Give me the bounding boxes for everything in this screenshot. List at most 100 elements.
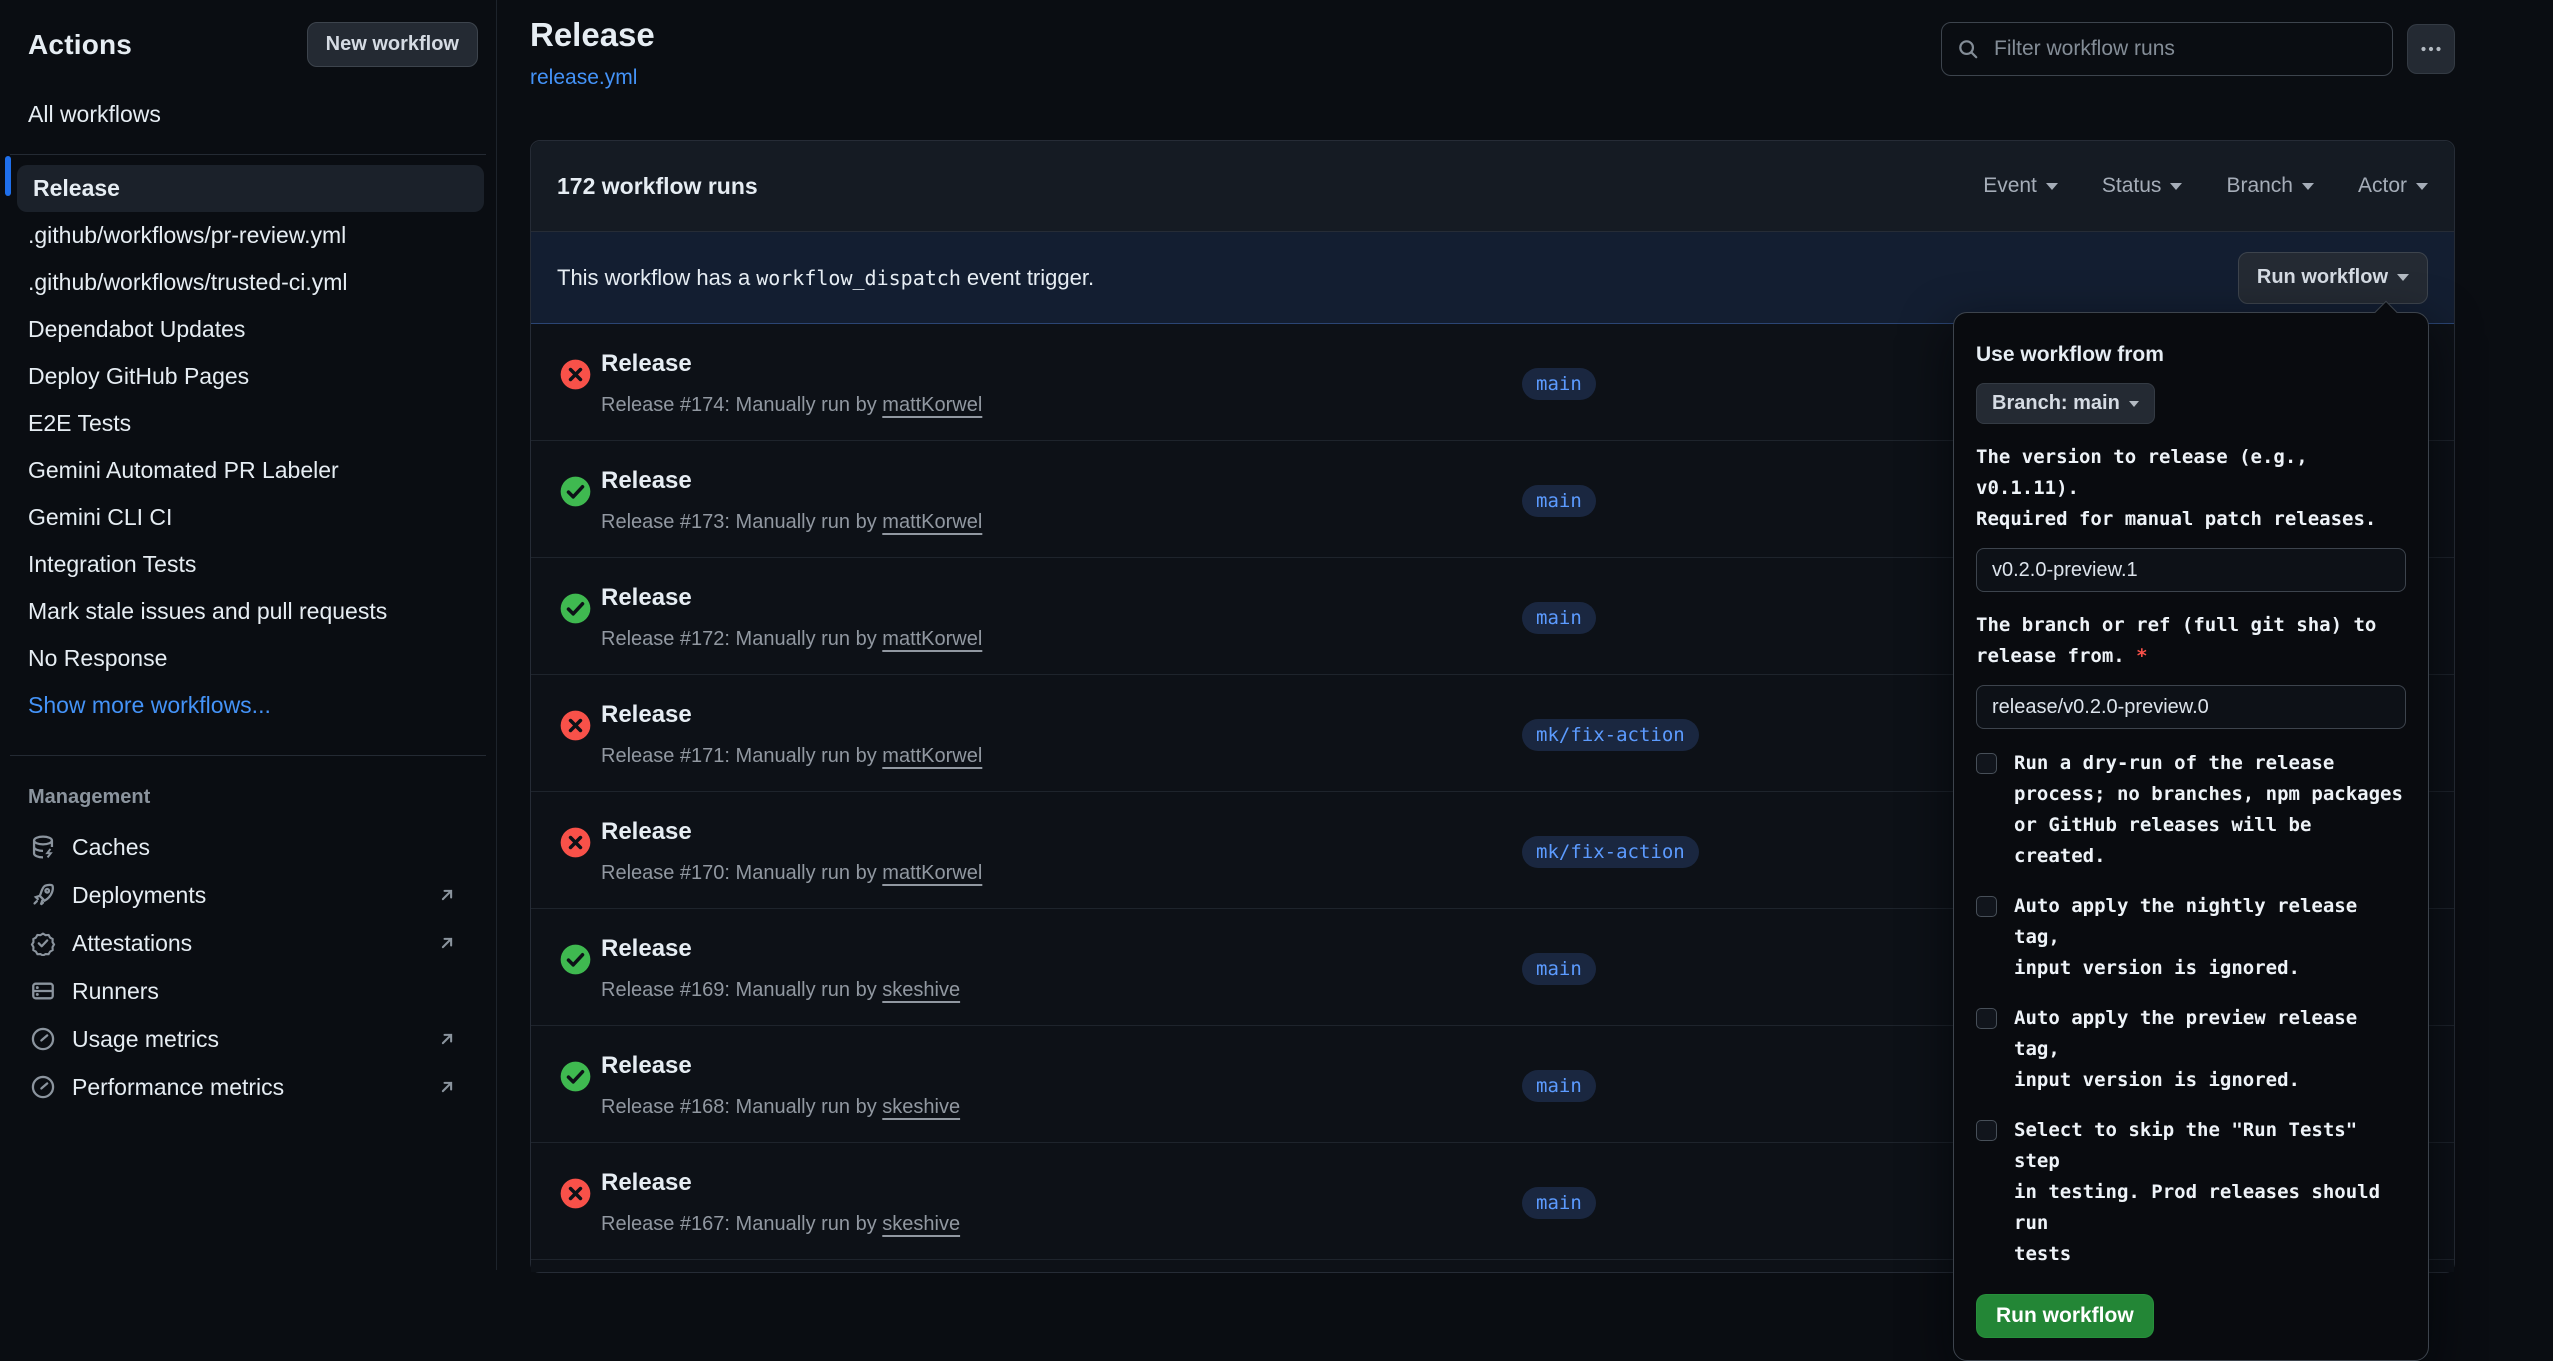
dry-run-checkbox-row: Run a dry-run of the release process; no… bbox=[1976, 748, 2406, 872]
sidebar-item-performance-metrics[interactable]: Performance metrics bbox=[0, 1063, 496, 1111]
branch-badge[interactable]: main bbox=[1522, 953, 1596, 985]
sidebar-item-release[interactable]: Release bbox=[17, 165, 484, 212]
sidebar-item-label: Runners bbox=[72, 978, 159, 1005]
ref-input[interactable] bbox=[1976, 685, 2406, 729]
sidebar-item-integration-tests[interactable]: Integration Tests bbox=[0, 541, 496, 588]
ref-input-help: The branch or ref (full git sha) to rele… bbox=[1976, 610, 2406, 672]
run-description: Release #168: Manually run by skeshive bbox=[601, 1096, 960, 1119]
workflow-dispatch-code: workflow_dispatch bbox=[750, 266, 967, 290]
show-more-workflows-link[interactable]: Show more workflows... bbox=[0, 682, 496, 729]
run-title-link[interactable]: Release bbox=[601, 350, 692, 378]
sidebar-item-label: Attestations bbox=[72, 930, 192, 957]
branch-badge[interactable]: main bbox=[1522, 485, 1596, 517]
run-description: Release #173: Manually run by mattKorwel bbox=[601, 511, 982, 534]
branch-badge[interactable]: main bbox=[1522, 1070, 1596, 1102]
sidebar-item-deployments[interactable]: Deployments bbox=[0, 871, 496, 919]
branch-badge[interactable]: main bbox=[1522, 602, 1596, 634]
status-filter-dropdown[interactable]: Status bbox=[2102, 174, 2183, 198]
actor-link[interactable]: mattKorwel bbox=[882, 394, 982, 416]
run-title-link[interactable]: Release bbox=[601, 467, 692, 495]
preview-checkbox[interactable] bbox=[1976, 1008, 1997, 1029]
actor-filter-dropdown[interactable]: Actor bbox=[2358, 174, 2428, 198]
run-workflow-dropdown-button[interactable]: Run workflow bbox=[2238, 252, 2428, 304]
sidebar-item-deploy-github-pages[interactable]: Deploy GitHub Pages bbox=[0, 353, 496, 400]
external-link-icon bbox=[436, 932, 458, 954]
dialog-title: Use workflow from bbox=[1976, 343, 2406, 367]
banner-text: This workflow has aworkflow_dispatcheven… bbox=[557, 265, 1094, 291]
branch-selector-button[interactable]: Branch: main bbox=[1976, 383, 2155, 424]
sidebar-item-dependabot-updates[interactable]: Dependabot Updates bbox=[0, 306, 496, 353]
branch-badge[interactable]: mk/fix-action bbox=[1522, 719, 1699, 751]
run-description: Release #174: Manually run by mattKorwel bbox=[601, 394, 982, 417]
actor-link[interactable]: skeshive bbox=[882, 979, 960, 1001]
success-status-icon bbox=[559, 475, 592, 508]
event-filter-dropdown[interactable]: Event bbox=[1983, 174, 2058, 198]
failed-status-icon bbox=[559, 826, 592, 859]
actor-link[interactable]: mattKorwel bbox=[882, 862, 982, 884]
actor-link[interactable]: mattKorwel bbox=[882, 745, 982, 767]
failed-status-icon bbox=[559, 358, 592, 391]
sidebar-item-gemini-automated-pr-labeler[interactable]: Gemini Automated PR Labeler bbox=[0, 447, 496, 494]
actor-link[interactable]: mattKorwel bbox=[882, 628, 982, 650]
sidebar-item-gemini-cli-ci[interactable]: Gemini CLI CI bbox=[0, 494, 496, 541]
run-title-link[interactable]: Release bbox=[601, 1052, 692, 1080]
sidebar-item-usage-metrics[interactable]: Usage metrics bbox=[0, 1015, 496, 1063]
dry-run-checkbox[interactable] bbox=[1976, 753, 1997, 774]
chevron-down-icon bbox=[2170, 183, 2182, 190]
run-title-link[interactable]: Release bbox=[601, 935, 692, 963]
sidebar-item-pr-review[interactable]: .github/workflows/pr-review.yml bbox=[0, 212, 496, 259]
required-asterisk: * bbox=[2136, 645, 2147, 667]
meter-icon bbox=[30, 1026, 56, 1052]
actions-sidebar: Actions New workflow All workflows Relea… bbox=[0, 0, 497, 1270]
meter-icon bbox=[30, 1074, 56, 1100]
filter-workflow-runs-input[interactable] bbox=[1941, 22, 2393, 76]
sidebar-item-caches[interactable]: Caches bbox=[0, 823, 496, 871]
preview-checkbox-row: Auto apply the preview release tag, inpu… bbox=[1976, 1003, 2406, 1096]
run-title-link[interactable]: Release bbox=[601, 701, 692, 729]
actor-link[interactable]: skeshive bbox=[882, 1096, 960, 1118]
nightly-label: Auto apply the nightly release tag, inpu… bbox=[2014, 891, 2406, 984]
run-title-link[interactable]: Release bbox=[601, 584, 692, 612]
branch-badge[interactable]: main bbox=[1522, 1187, 1596, 1219]
chevron-down-icon bbox=[2302, 183, 2314, 190]
branch-badge[interactable]: main bbox=[1522, 368, 1596, 400]
run-title-link[interactable]: Release bbox=[601, 1169, 692, 1197]
management-list: Caches Deployments Attestations Runne bbox=[0, 823, 496, 1111]
branch-filter-dropdown[interactable]: Branch bbox=[2226, 174, 2314, 198]
run-workflow-submit-button[interactable]: Run workflow bbox=[1976, 1294, 2154, 1338]
workflow-options-button[interactable] bbox=[2407, 24, 2455, 74]
skip-tests-checkbox[interactable] bbox=[1976, 1120, 1997, 1141]
chevron-down-icon bbox=[2129, 401, 2139, 407]
runs-count: 172 workflow runs bbox=[557, 173, 758, 200]
actor-link[interactable]: mattKorwel bbox=[882, 511, 982, 533]
sidebar-item-mark-stale[interactable]: Mark stale issues and pull requests bbox=[0, 588, 496, 635]
sidebar-title: Actions bbox=[28, 29, 132, 61]
external-link-icon bbox=[436, 1028, 458, 1050]
server-icon bbox=[30, 978, 56, 1004]
new-workflow-button[interactable]: New workflow bbox=[307, 22, 478, 67]
sidebar-item-e2e-tests[interactable]: E2E Tests bbox=[0, 400, 496, 447]
sidebar-item-trusted-ci[interactable]: .github/workflows/trusted-ci.yml bbox=[0, 259, 496, 306]
version-input[interactable] bbox=[1976, 548, 2406, 592]
workflow-list: Release .github/workflows/pr-review.yml … bbox=[0, 165, 496, 729]
skip-tests-label: Select to skip the "Run Tests" step in t… bbox=[2014, 1115, 2406, 1270]
sidebar-item-all-workflows[interactable]: All workflows bbox=[0, 101, 496, 128]
sidebar-item-no-response[interactable]: No Response bbox=[0, 635, 496, 682]
workflow-file-link[interactable]: release.yml bbox=[530, 66, 637, 90]
external-link-icon bbox=[436, 1076, 458, 1098]
run-description: Release #171: Manually run by mattKorwel bbox=[601, 745, 982, 768]
run-title-link[interactable]: Release bbox=[601, 818, 692, 846]
sidebar-item-attestations[interactable]: Attestations bbox=[0, 919, 496, 967]
dry-run-label: Run a dry-run of the release process; no… bbox=[2014, 748, 2406, 872]
run-description: Release #167: Manually run by skeshive bbox=[601, 1213, 960, 1236]
branch-badge[interactable]: mk/fix-action bbox=[1522, 836, 1699, 868]
run-description: Release #172: Manually run by mattKorwel bbox=[601, 628, 982, 651]
version-input-help: The version to release (e.g., v0.1.11). … bbox=[1976, 442, 2406, 535]
sidebar-item-label: Deployments bbox=[72, 882, 206, 909]
nightly-checkbox-row: Auto apply the nightly release tag, inpu… bbox=[1976, 891, 2406, 984]
sidebar-item-label: Caches bbox=[72, 834, 150, 861]
sidebar-item-runners[interactable]: Runners bbox=[0, 967, 496, 1015]
actor-link[interactable]: skeshive bbox=[882, 1213, 960, 1235]
sidebar-item-label: Performance metrics bbox=[72, 1074, 284, 1101]
nightly-checkbox[interactable] bbox=[1976, 896, 1997, 917]
